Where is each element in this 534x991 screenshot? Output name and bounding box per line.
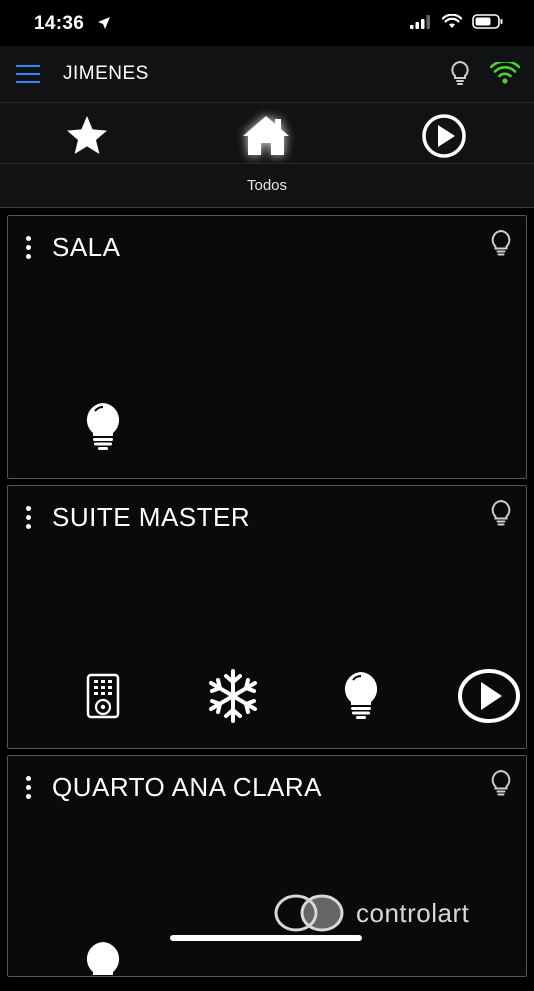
device-scene[interactable] <box>456 666 522 726</box>
menu-button[interactable] <box>16 63 40 85</box>
device-remote[interactable] <box>84 672 122 720</box>
tab-scenes[interactable] <box>414 111 474 161</box>
header-title: JIMENES <box>63 63 149 84</box>
room-more-button[interactable] <box>22 506 36 530</box>
light-bulb-icon <box>491 229 511 256</box>
cellular-signal-icon <box>410 14 430 29</box>
tab-favorites[interactable] <box>57 111 117 161</box>
device-light[interactable] <box>338 669 384 721</box>
light-bulb-icon <box>491 769 511 796</box>
device-light[interactable] <box>80 939 126 991</box>
app-header: JIMENES <box>0 46 534 103</box>
nav-tabs: Todos <box>0 103 534 208</box>
room-card-sala[interactable]: SALA <box>7 215 527 479</box>
light-bulb-icon <box>86 942 120 975</box>
snowflake-icon <box>209 669 257 723</box>
light-bulb-icon <box>86 403 120 450</box>
device-air-conditioner[interactable] <box>198 666 268 726</box>
tab-divider <box>0 163 534 164</box>
room-more-button[interactable] <box>22 776 36 800</box>
play-circle-icon <box>458 669 520 723</box>
status-icons <box>410 14 504 29</box>
tab-caption: Todos <box>246 177 288 194</box>
connection-status <box>489 60 521 89</box>
star-icon <box>67 116 107 154</box>
light-bulb-icon <box>344 672 378 719</box>
room-title: SUITE MASTER <box>52 502 251 532</box>
play-circle-icon <box>422 114 466 158</box>
room-card-quarto-ana-clara[interactable]: QUARTO ANA CLARA <box>7 755 527 977</box>
wifi-signal-icon <box>489 60 521 84</box>
light-bulb-button[interactable] <box>449 60 471 91</box>
controlart-logo-icon <box>274 894 344 932</box>
device-light[interactable] <box>80 400 126 452</box>
brand-watermark: controlart <box>272 893 469 933</box>
room-light-status[interactable] <box>489 499 513 532</box>
room-light-status[interactable] <box>489 769 513 802</box>
brand-name: controlart <box>356 897 470 928</box>
home-indicator[interactable] <box>170 935 362 941</box>
wifi-icon <box>442 14 462 28</box>
room-more-button[interactable] <box>22 236 36 260</box>
location-arrow-icon <box>98 17 110 29</box>
status-bar: 14:36 <box>0 0 534 46</box>
status-time: 14:36 <box>34 13 85 34</box>
light-bulb-icon <box>451 60 469 85</box>
room-title: SALA <box>52 232 121 262</box>
home-icon <box>243 116 289 155</box>
hamburger-icon <box>16 65 40 83</box>
battery-icon <box>472 14 503 29</box>
room-light-status[interactable] <box>489 229 513 262</box>
room-title: QUARTO ANA CLARA <box>52 772 323 802</box>
room-card-suite-master[interactable]: SUITE MASTER <box>7 485 527 749</box>
remote-control-icon <box>86 673 120 719</box>
light-bulb-icon <box>491 499 511 526</box>
tab-home[interactable] <box>236 111 296 161</box>
